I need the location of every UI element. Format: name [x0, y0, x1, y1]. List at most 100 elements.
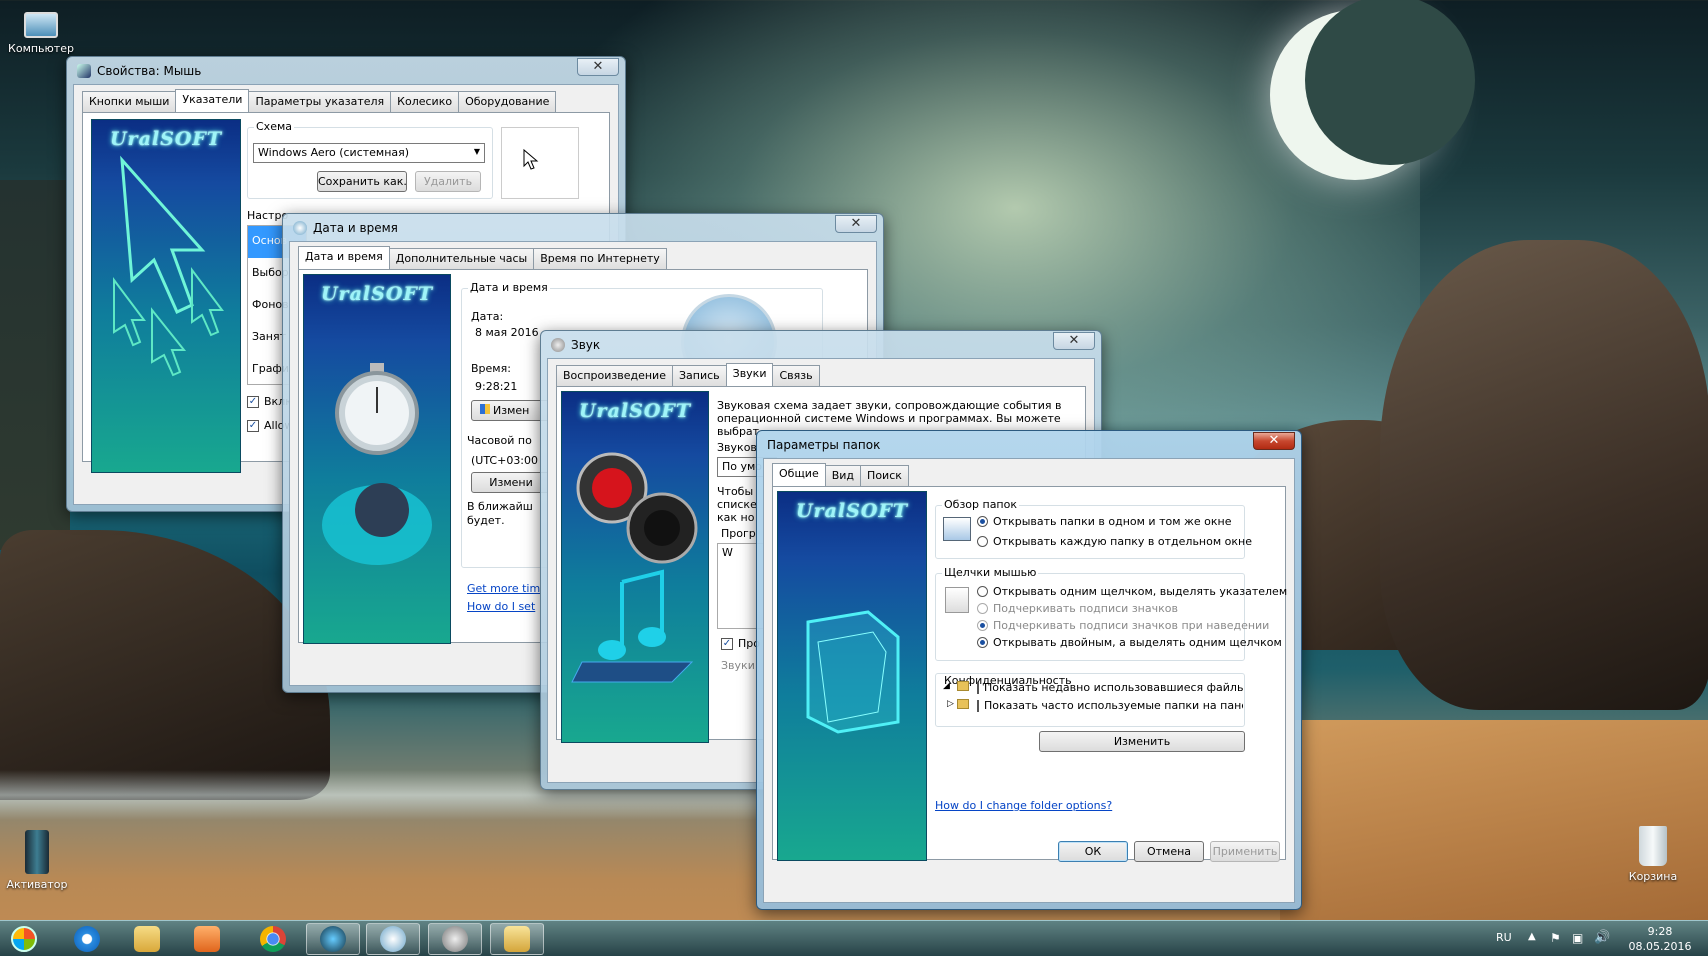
time-label: Время:: [471, 362, 511, 375]
speaker-icon: [442, 926, 468, 952]
tab-pointers[interactable]: Указатели: [175, 89, 250, 112]
play-startup-sound-checkbox[interactable]: ✓ Про: [721, 637, 760, 650]
ok-button[interactable]: ОК: [1058, 841, 1128, 862]
double-click-radio[interactable]: Открывать двойным, а выделять одним щелч…: [977, 636, 1282, 649]
open-new-window-radio[interactable]: Открывать каждую папку в отдельном окне: [977, 535, 1252, 548]
tab-view[interactable]: Вид: [824, 465, 862, 486]
close-button[interactable]: ✕: [1253, 432, 1295, 450]
action-center-flag-icon[interactable]: ⚑: [1550, 931, 1561, 945]
close-button[interactable]: ✕: [835, 215, 877, 233]
single-click-radio[interactable]: Открывать одним щелчком, выделять указат…: [977, 585, 1287, 598]
tab-additional-clocks[interactable]: Дополнительные часы: [388, 248, 535, 269]
clock[interactable]: 9:28 08.05.2016: [1620, 924, 1700, 954]
hint-line: списке: [717, 498, 757, 511]
language-indicator[interactable]: RU: [1496, 931, 1512, 944]
taskbar-chrome[interactable]: [246, 923, 300, 955]
wallpaper-rock-right: [1380, 240, 1708, 710]
neon-cursor-icon: [113, 155, 224, 377]
change-privacy-button[interactable]: Изменить: [1039, 731, 1245, 752]
wallpaper-moon-shadow: [1305, 0, 1475, 165]
windows-tree-item[interactable]: W: [722, 546, 733, 559]
tab-search[interactable]: Поиск: [860, 465, 909, 486]
show-hidden-icons-icon[interactable]: ▲: [1528, 931, 1536, 942]
apply-button[interactable]: Применить: [1210, 841, 1280, 862]
taskbar-media-player[interactable]: [180, 923, 234, 955]
taskbar-internet-explorer[interactable]: [60, 923, 114, 955]
checkbox-box: [977, 699, 979, 712]
mouse-icon: [320, 926, 346, 952]
browse-folders-group: Обзор папок: [935, 498, 1245, 559]
window-client: Общие Вид Поиск UralSOFT Обзор папок Отк…: [763, 458, 1295, 903]
taskbar-sound[interactable]: [428, 923, 482, 955]
button-label: Измен: [493, 404, 530, 417]
open-same-window-radio[interactable]: Открывать папки в одном и том же окне: [977, 515, 1232, 528]
tab-date-time[interactable]: Дата и время: [298, 246, 390, 269]
underline-hover-radio[interactable]: Подчеркивать подписи значков при наведен…: [977, 619, 1269, 632]
titlebar[interactable]: Свойства: Мышь: [73, 57, 619, 84]
tab-sounds[interactable]: Звуки: [725, 363, 774, 386]
folder-options-window[interactable]: Параметры папок ✕ Общие Вид Поиск UralSO…: [756, 430, 1302, 910]
delete-button[interactable]: Удалить: [415, 171, 481, 192]
tab-strip: Дата и время Дополнительные часы Время п…: [298, 246, 667, 269]
titlebar[interactable]: Звук: [547, 331, 1095, 358]
tab-mouse-buttons[interactable]: Кнопки мыши: [82, 91, 177, 112]
radio-dot: [977, 637, 988, 648]
checkbox-box: ✓: [247, 419, 259, 432]
expand-arrow-icon[interactable]: ◢: [943, 681, 950, 691]
desktop-icon-computer[interactable]: Компьютер: [4, 12, 78, 55]
desktop-icon-activator[interactable]: Активатор: [0, 830, 74, 891]
start-button[interactable]: [4, 923, 44, 955]
radio-label: Открывать папки в одном и том же окне: [993, 515, 1232, 528]
how-to-set-clock-link[interactable]: How do I set: [467, 600, 535, 613]
date-label: Дата:: [471, 310, 504, 323]
tab-recording[interactable]: Запись: [671, 365, 727, 386]
show-recent-files-checkbox[interactable]: Показать недавно использовавшиеся файлы …: [977, 681, 1243, 694]
titlebar[interactable]: Параметры папок: [763, 431, 1295, 458]
get-more-time-zones-link[interactable]: Get more tim: [467, 582, 540, 595]
hint-line: Чтобы: [717, 485, 754, 498]
taskbar-explorer[interactable]: [120, 923, 174, 955]
tab-general[interactable]: Общие: [772, 463, 826, 486]
tab-wheel[interactable]: Колесико: [390, 91, 460, 112]
clock-icon: [380, 926, 406, 952]
show-frequent-folders-checkbox[interactable]: Показать часто используемые папки на пан…: [977, 699, 1243, 712]
mouse-icon: [77, 63, 91, 78]
tab-strip: Кнопки мыши Указатели Параметры указател…: [82, 89, 557, 112]
save-as-button[interactable]: Сохранить как...: [317, 171, 407, 192]
taskbar-date-time[interactable]: [366, 923, 420, 955]
checkbox-box: ✓: [721, 637, 733, 650]
taskbar-mouse-properties[interactable]: [306, 923, 360, 955]
sound-scheme-label: Звуков: [717, 441, 757, 454]
uralsoft-banner: UralSOFT: [91, 119, 241, 473]
close-button[interactable]: ✕: [577, 58, 619, 76]
volume-icon[interactable]: 🔊: [1594, 930, 1610, 945]
shield-icon: [480, 404, 490, 414]
tab-playback[interactable]: Воспроизведение: [556, 365, 673, 386]
close-button[interactable]: ✕: [1053, 332, 1095, 350]
recycle-bin-icon: [1639, 826, 1667, 866]
help-folder-options-link[interactable]: How do I change folder options?: [935, 799, 1112, 812]
desktop-icon-label: Корзина: [1628, 870, 1678, 883]
description-line: операционной системе Windows и программа…: [717, 412, 1061, 425]
change-timezone-button[interactable]: Измени: [471, 472, 551, 493]
underline-always-radio[interactable]: Подчеркивать подписи значков: [977, 602, 1178, 615]
taskbar-folder-options[interactable]: [490, 923, 544, 955]
radio-dot: [977, 536, 988, 547]
change-date-time-button[interactable]: Измен: [471, 400, 551, 421]
network-icon[interactable]: ▣: [1572, 931, 1583, 945]
collapse-arrow-icon[interactable]: ▷: [947, 699, 954, 709]
radio-dot: [977, 620, 988, 631]
scheme-select[interactable]: Windows Aero (системная): [253, 143, 485, 163]
media-player-icon: [194, 926, 220, 952]
tab-hardware[interactable]: Оборудование: [458, 91, 557, 112]
timezone-label: Часовой по: [467, 434, 532, 447]
titlebar[interactable]: Дата и время: [289, 214, 877, 241]
tab-pointer-options[interactable]: Параметры указателя: [248, 91, 392, 112]
tab-internet-time[interactable]: Время по Интернету: [533, 248, 667, 269]
computer-icon: [24, 12, 58, 38]
radio-label: Открывать одним щелчком, выделять указат…: [993, 585, 1288, 598]
cancel-button[interactable]: Отмена: [1134, 841, 1204, 862]
radio-dot: [977, 603, 988, 614]
desktop-icon-recycle-bin[interactable]: Корзина: [1616, 826, 1690, 883]
tab-communications[interactable]: Связь: [772, 365, 820, 386]
